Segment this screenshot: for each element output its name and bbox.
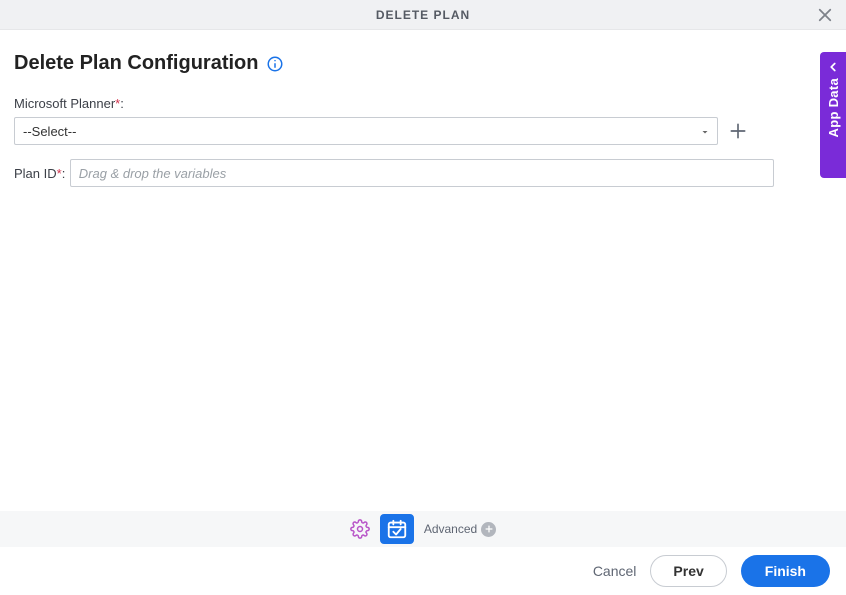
gear-icon[interactable] (350, 519, 370, 539)
advanced-label: Advanced (424, 522, 477, 536)
app-data-panel-toggle[interactable]: App Data (820, 52, 846, 178)
close-icon[interactable] (816, 6, 834, 24)
field-planner: Microsoft Planner*: --Select-- (14, 95, 832, 145)
field-plan-id: Plan ID*: (14, 159, 832, 187)
chevron-left-icon (826, 60, 840, 74)
add-planner-icon[interactable] (728, 121, 748, 141)
modal-title: DELETE PLAN (376, 8, 470, 22)
info-icon[interactable] (266, 55, 284, 73)
field-planner-row: --Select-- (14, 117, 832, 145)
cancel-button[interactable]: Cancel (593, 563, 637, 579)
modal-footer: Cancel Prev Finish (0, 547, 846, 595)
colon: : (62, 166, 66, 181)
field-planner-label-text: Microsoft Planner (14, 96, 115, 111)
field-plan-id-label-text: Plan ID (14, 166, 57, 181)
field-plan-id-label: Plan ID*: (14, 166, 65, 181)
modal-header: DELETE PLAN (0, 0, 846, 30)
field-planner-label: Microsoft Planner*: (14, 96, 124, 111)
planner-select[interactable]: --Select-- (14, 117, 718, 145)
page-title: Delete Plan Configuration (14, 52, 258, 75)
finish-button[interactable]: Finish (741, 555, 830, 587)
bottom-toolbar: Advanced (0, 511, 846, 547)
page-title-row: Delete Plan Configuration (14, 52, 832, 75)
plan-id-input[interactable] (70, 159, 774, 187)
advanced-link[interactable]: Advanced (424, 522, 496, 537)
colon: : (120, 96, 124, 111)
modal-body: Delete Plan Configuration Microsoft Plan… (0, 30, 846, 511)
calendar-check-icon[interactable] (380, 514, 414, 544)
circle-plus-icon (481, 522, 496, 537)
prev-button[interactable]: Prev (650, 555, 726, 587)
planner-select-value: --Select-- (23, 124, 76, 139)
app-data-label: App Data (826, 78, 841, 137)
chevron-down-icon (699, 125, 711, 137)
